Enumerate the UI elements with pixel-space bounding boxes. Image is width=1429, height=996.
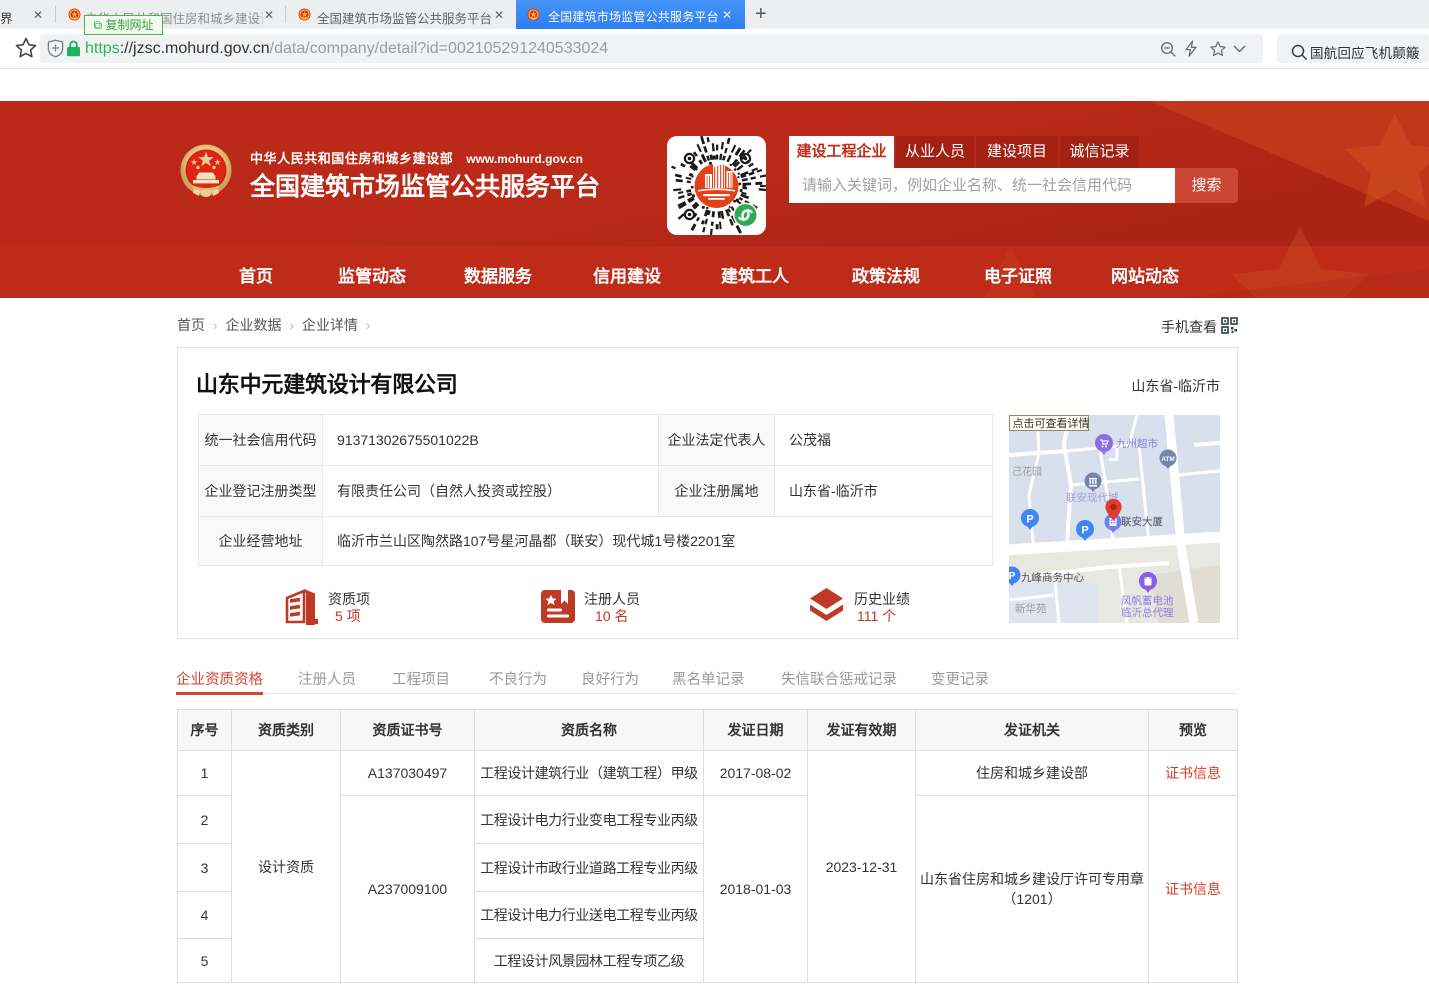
- svg-text:P: P: [1026, 514, 1033, 526]
- svg-text:九州超市: 九州超市: [1116, 437, 1158, 450]
- svg-text:风帆蓄电池: 风帆蓄电池: [1121, 594, 1174, 607]
- svg-text:点击可查看详情: 点击可查看详情: [1013, 416, 1090, 430]
- svg-text:新华苑: 新华苑: [1015, 602, 1047, 615]
- svg-text:临沂总代理: 临沂总代理: [1121, 606, 1174, 619]
- svg-text:九峰商务中心: 九峰商务中心: [1021, 571, 1084, 584]
- svg-text:P: P: [1009, 571, 1016, 582]
- svg-text:ATM: ATM: [1161, 456, 1175, 463]
- svg-text:己花园: 己花园: [1012, 465, 1042, 478]
- svg-text:P: P: [1081, 525, 1088, 537]
